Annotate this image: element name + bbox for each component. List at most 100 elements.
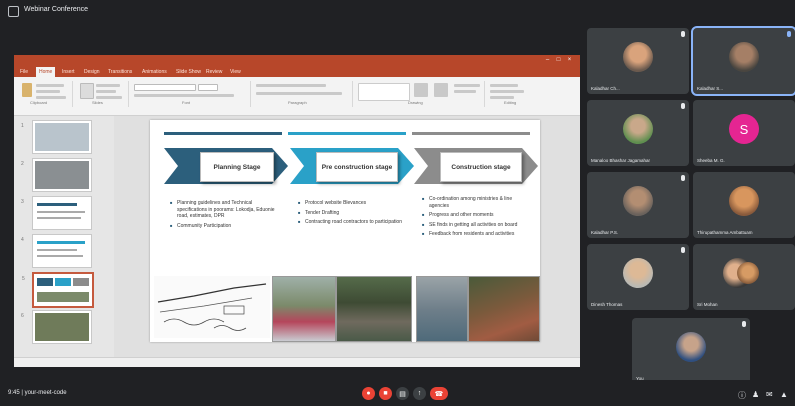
- slide-number: 5: [22, 276, 25, 282]
- slide-thumbnail[interactable]: 4: [21, 234, 92, 268]
- participant-name: Kaladhar P.S.: [591, 230, 619, 235]
- bullet-item: Co-ordination among ministries & line ag…: [422, 196, 532, 209]
- font-format-buttons[interactable]: [134, 94, 234, 97]
- participant-name: Sheeba M. G.: [697, 158, 725, 163]
- ribbon-group-label: Clipboard: [30, 100, 48, 105]
- ribbon-control[interactable]: [454, 84, 480, 87]
- avatar: [623, 258, 653, 288]
- ribbon-control[interactable]: [36, 90, 60, 93]
- tab-animations[interactable]: Animations: [142, 69, 167, 75]
- font-name-field[interactable]: [134, 84, 196, 91]
- site-photo: [468, 276, 540, 342]
- slide-thumbnail[interactable]: 2: [21, 158, 92, 192]
- site-photo: [272, 276, 336, 342]
- new-slide-icon[interactable]: [80, 83, 94, 99]
- slide-number: 2: [21, 161, 24, 167]
- tab-slide-show[interactable]: Slide Show: [176, 69, 201, 75]
- preconstruction-bullets: Protocol website Blevances Tender Drafti…: [298, 200, 408, 229]
- info-icon[interactable]: ⓘ: [738, 390, 746, 401]
- ribbon-group-editing: Editing: [486, 81, 546, 107]
- list-buttons[interactable]: [256, 84, 326, 87]
- meeting-controls-bar: 9:45 | your-meet-code ● ■ ▤ ↑ ☎ ⓘ ♟ ✉ ▲: [0, 380, 795, 406]
- avatar: [623, 186, 653, 216]
- participant-tile[interactable]: Thirupathamma Ambattuam: [693, 172, 795, 238]
- construction-bullets: Co-ordination among ministries & line ag…: [422, 196, 532, 241]
- mic-off-icon: [681, 103, 685, 109]
- quick-styles-icon[interactable]: [434, 83, 448, 97]
- participant-tile[interactable]: Dinesh Thomas: [587, 244, 689, 310]
- avatar: [737, 262, 759, 284]
- participant-name: Kaladhar S...: [697, 86, 724, 91]
- participant-tile[interactable]: Sri Mohan: [693, 244, 795, 310]
- ribbon-control[interactable]: [454, 90, 476, 93]
- tab-design[interactable]: Design: [84, 69, 100, 75]
- speaking-indicator-icon: [787, 31, 791, 37]
- tab-file[interactable]: File: [20, 69, 28, 75]
- present-button[interactable]: ↑: [413, 387, 426, 400]
- maximize-icon[interactable]: □: [555, 57, 562, 64]
- mic-off-icon: [742, 321, 746, 327]
- participant-tile-speaking[interactable]: Kaladhar S...: [691, 26, 795, 96]
- ribbon-group-slides: Slides: [74, 81, 129, 107]
- ppt-menu-bar: File Home Insert Design Transitions Anim…: [14, 67, 580, 77]
- participant-tile[interactable]: Manaloo Bhashar Jagamahar: [587, 100, 689, 166]
- minimize-icon[interactable]: –: [544, 57, 551, 64]
- slide-thumbnail[interactable]: 3: [21, 196, 92, 230]
- avatar: [676, 332, 706, 362]
- slide-thumbnail[interactable]: 1: [21, 120, 92, 154]
- stage-divider: [288, 132, 406, 135]
- tab-insert[interactable]: Insert: [62, 69, 75, 75]
- slide-number: 6: [21, 313, 24, 319]
- font-size-field[interactable]: [198, 84, 218, 91]
- bullet-item: Protocol website Blevances: [298, 200, 408, 207]
- mic-off-icon: [681, 31, 685, 37]
- ribbon-group-label: Editing: [504, 100, 517, 105]
- tab-view[interactable]: View: [230, 69, 241, 75]
- replace-button[interactable]: [490, 90, 524, 93]
- close-icon[interactable]: ×: [566, 57, 573, 64]
- people-icon[interactable]: ♟: [752, 390, 759, 399]
- window-title: Webinar Conference: [24, 6, 89, 13]
- paste-icon[interactable]: [22, 83, 32, 97]
- align-buttons[interactable]: [256, 92, 342, 95]
- slide-number: 1: [21, 123, 24, 129]
- slide-thumbnail-selected[interactable]: 5: [22, 272, 94, 308]
- shapes-gallery[interactable]: [358, 83, 410, 101]
- tab-review[interactable]: Review: [206, 69, 222, 75]
- ribbon-group-paragraph: Paragraph: [252, 81, 353, 107]
- participant-tile[interactable]: Kaladhar Ch...: [587, 28, 689, 94]
- slide-thumbnails: 1 2 3 4 5 6: [14, 116, 114, 357]
- stage-title-preconstruction: Pre construction stage: [316, 152, 398, 182]
- participant-tile-self[interactable]: You: [632, 318, 750, 384]
- mic-off-icon: [681, 175, 685, 181]
- captions-button[interactable]: ▤: [396, 387, 409, 400]
- camera-toggle-button[interactable]: ■: [379, 387, 392, 400]
- slide-thumbnail[interactable]: 6: [21, 310, 92, 344]
- ribbon-group-font: Font: [130, 81, 251, 107]
- avatar: [623, 42, 653, 72]
- arrange-icon[interactable]: [414, 83, 428, 97]
- ribbon-group-clipboard: Clipboard: [16, 81, 73, 107]
- find-button[interactable]: [490, 84, 518, 87]
- avatar: [623, 114, 653, 144]
- ribbon-control[interactable]: [96, 96, 122, 99]
- select-button[interactable]: [490, 96, 514, 99]
- ppt-status-bar: [14, 357, 580, 367]
- activities-icon[interactable]: ▲: [780, 390, 788, 399]
- avatar: [729, 186, 759, 216]
- ribbon-control[interactable]: [36, 84, 64, 87]
- participant-tile[interactable]: Kaladhar P.S.: [587, 172, 689, 238]
- participant-tile[interactable]: S Sheeba M. G.: [693, 100, 795, 166]
- ribbon-group-drawing: Drawing: [354, 81, 485, 107]
- ribbon-control[interactable]: [36, 96, 66, 99]
- stage-title-planning: Planning Stage: [200, 152, 274, 182]
- mic-toggle-button[interactable]: ●: [362, 387, 375, 400]
- bullet-item: Feedback from residents and activities: [422, 231, 532, 238]
- ribbon-control[interactable]: [96, 84, 120, 87]
- chat-icon[interactable]: ✉: [766, 390, 773, 399]
- tab-transitions[interactable]: Transitions: [108, 69, 132, 75]
- end-call-button[interactable]: ☎: [430, 387, 448, 400]
- stage-divider: [164, 132, 282, 135]
- tab-home[interactable]: Home: [36, 67, 56, 77]
- ribbon-control[interactable]: [96, 90, 116, 93]
